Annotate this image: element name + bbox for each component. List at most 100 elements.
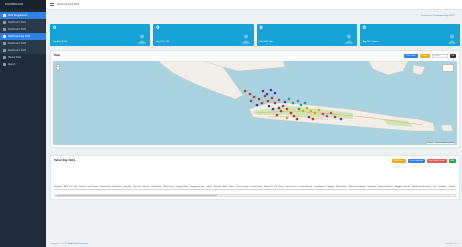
- map-svg: [53, 61, 457, 145]
- table-scrollbar[interactable]: [54, 194, 456, 197]
- breadcrumb: Dashboard / Dashboard Rig 2021: [420, 15, 454, 17]
- sidebar-item-label: Dashboard 2021: [8, 21, 27, 24]
- table-column-header[interactable]: Jang Rig: [123, 186, 131, 188]
- table-column-header[interactable]: Remark: [214, 186, 221, 188]
- sidebar-item-label: Dashboard 2024: [8, 49, 27, 52]
- stat-value: 0: [156, 26, 160, 31]
- table-column-header[interactable]: Catatan: [448, 186, 455, 188]
- dot-icon: [3, 21, 6, 24]
- sidebar-item-report[interactable]: Report: [0, 61, 46, 68]
- map-header: Map Filter Data Export Search Go: [51, 51, 459, 60]
- stat-label: Rig 2021 TW: [156, 41, 170, 43]
- sidebar-item-dashboard-2024[interactable]: Dashboard 2024: [0, 47, 46, 54]
- table-column-header[interactable]: Platform: [79, 186, 87, 188]
- table-column-header[interactable]: Tanggal Laporan: [395, 186, 411, 188]
- table-column-header[interactable]: Nama Perusahaan: [349, 186, 366, 188]
- table-header: Tabel Rig 2021 Print Excel Print Grafik …: [51, 156, 459, 165]
- table-column-header[interactable]: Status Kerja: [286, 186, 297, 188]
- folder-icon: [3, 14, 6, 17]
- table-column-header[interactable]: Tanggal: [327, 186, 334, 188]
- stat-cards: 0 Rig Aktif 2021 0 Rig 2021 TW 0 Rig 202…: [50, 24, 460, 46]
- table-column-header[interactable]: Status: [229, 186, 235, 188]
- table-column-header[interactable]: Status Verifikasi: [378, 186, 393, 188]
- map-panel: Map Filter Data Export Search Go + − Lea…: [50, 50, 460, 148]
- stat-card: 0 Rig 2021 Status: [359, 24, 460, 46]
- stat-card: 0 Rig 2021 TW: [153, 24, 254, 46]
- table-column-header[interactable]: Jumlah Kerja: [250, 186, 262, 188]
- topbar: Dashboard Rig 2021: [46, 0, 462, 10]
- table-column-header[interactable]: Kontrak: [142, 186, 149, 188]
- table-panel: Tabel Rig 2021 Print Excel Print Grafik …: [50, 155, 460, 200]
- table-column-header[interactable]: Unit: [433, 186, 437, 188]
- footer-copyright: Copyright © 2021 Pusat Data Pertamina: [50, 243, 88, 245]
- sidebar-item-dashboard-2022[interactable]: Dashboard 2022: [0, 26, 46, 33]
- print-excel-button[interactable]: Print Excel: [392, 158, 406, 163]
- map-canvas[interactable]: + − Leaflet | © OpenStreetMap contributor…: [53, 61, 457, 145]
- table-column-header[interactable]: Aktif: [223, 186, 227, 188]
- table-column-header[interactable]: Type Rig: [133, 186, 141, 188]
- sidebar-item-label: Data Pengelolaan: [8, 14, 28, 17]
- table-column-header[interactable]: WKP: [64, 186, 68, 188]
- dot-icon: [3, 28, 6, 31]
- table-column-header[interactable]: Bln: [74, 186, 77, 188]
- table-column-header[interactable]: Mulai Kerja: [163, 186, 173, 188]
- table-column-header[interactable]: Tanggal Selesai: [190, 186, 205, 188]
- table-column-header[interactable]: Status PT: [264, 186, 273, 188]
- table-column-header[interactable]: Tanggal Mulai: [175, 186, 188, 188]
- database-icon: [3, 56, 6, 59]
- sidebar-item-dashboard-2023[interactable]: Dashboard 2023: [0, 40, 46, 47]
- print-grafik-all-button[interactable]: Print Grafik All: [407, 158, 425, 163]
- topbar-breadcrumb: Dashboard Rig 2021: [57, 3, 80, 6]
- dot-icon: [3, 42, 6, 45]
- sidebar-item-label: Dashboard 2023: [8, 42, 27, 45]
- export-button[interactable]: Export: [419, 53, 430, 58]
- map-search-input[interactable]: Search: [431, 53, 448, 58]
- map-attribution: Leaflet | © OpenStreetMap contributors: [427, 143, 455, 144]
- dot-icon: [3, 49, 6, 52]
- table-title: Tabel Rig 2021: [54, 159, 76, 162]
- table-column-header[interactable]: Lokasi: [206, 186, 212, 188]
- table-column-header[interactable]: Operasional: [314, 186, 325, 188]
- sidebar-nav: Data Pengelolaan Dashboard 2021 Dashboar…: [0, 10, 46, 68]
- table-column-header[interactable]: Supervisi: [367, 186, 376, 188]
- user-icon: [448, 29, 456, 44]
- table-column-header[interactable]: Operasi Rig: [100, 186, 111, 188]
- footer-link[interactable]: Pusat Data Pertamina: [68, 243, 89, 245]
- table-column-header[interactable]: RS: [274, 186, 277, 188]
- table-column-header[interactable]: Kedalaman: [151, 186, 162, 188]
- table-column-header[interactable]: Jml Sumur: [88, 186, 98, 188]
- filter-button[interactable]: Filter Data: [404, 53, 418, 58]
- user-icon: [138, 29, 147, 44]
- sidebar-item-data-pengelolaan[interactable]: Data Pengelolaan: [0, 12, 46, 19]
- add-button[interactable]: Add: [448, 158, 456, 163]
- table-column-header[interactable]: Regional: [54, 186, 62, 188]
- stat-card: 0 Rig 2021 Plan: [256, 24, 357, 46]
- scrollbar-thumb[interactable]: [57, 195, 217, 196]
- stat-value: 0: [53, 26, 57, 31]
- table-column-header[interactable]: Status Fungsi: [236, 186, 249, 188]
- table-column-header[interactable]: Kilo Bulan: [112, 186, 121, 188]
- layers-control[interactable]: [442, 64, 454, 72]
- footer-text: Copyright © 2021: [50, 242, 68, 245]
- stat-label: Rig Aktif 2021: [53, 41, 68, 43]
- sidebar-item-label: Report: [8, 63, 16, 66]
- sidebar-item-master-data[interactable]: Master Data: [0, 54, 46, 61]
- sidebar: DASHBOARD Data Pengelolaan Dashboard 202…: [0, 0, 46, 247]
- table-column-header[interactable]: Shipping: [438, 186, 446, 188]
- table-column-header[interactable]: Rel: [70, 186, 73, 188]
- stat-label: Rig 2021 Plan: [259, 41, 274, 43]
- table-column-header[interactable]: Perusahaan: [336, 186, 347, 188]
- file-icon: [3, 63, 6, 66]
- zoom-control[interactable]: + −: [56, 64, 60, 71]
- go-button[interactable]: Go: [449, 53, 456, 58]
- footer-version: Version 1.0.0: [445, 242, 458, 245]
- sidebar-item-dashboard-rig[interactable]: Dashboard Rig 2021: [0, 33, 46, 40]
- sidebar-item-dashboard-2021[interactable]: Dashboard 2021: [0, 19, 46, 26]
- menu-toggle-icon[interactable]: [50, 3, 54, 6]
- user-icon: [241, 29, 250, 44]
- table-column-header[interactable]: Lokasi Kontrak: [299, 186, 313, 188]
- print-grafik-detail-button[interactable]: Print Grafik Detail: [426, 158, 447, 163]
- table-column-header[interactable]: Bulan: [279, 186, 284, 188]
- breadcrumb-home[interactable]: Dashboard: [421, 15, 432, 17]
- table-column-header[interactable]: Kedalaman Realisasi: [412, 186, 431, 188]
